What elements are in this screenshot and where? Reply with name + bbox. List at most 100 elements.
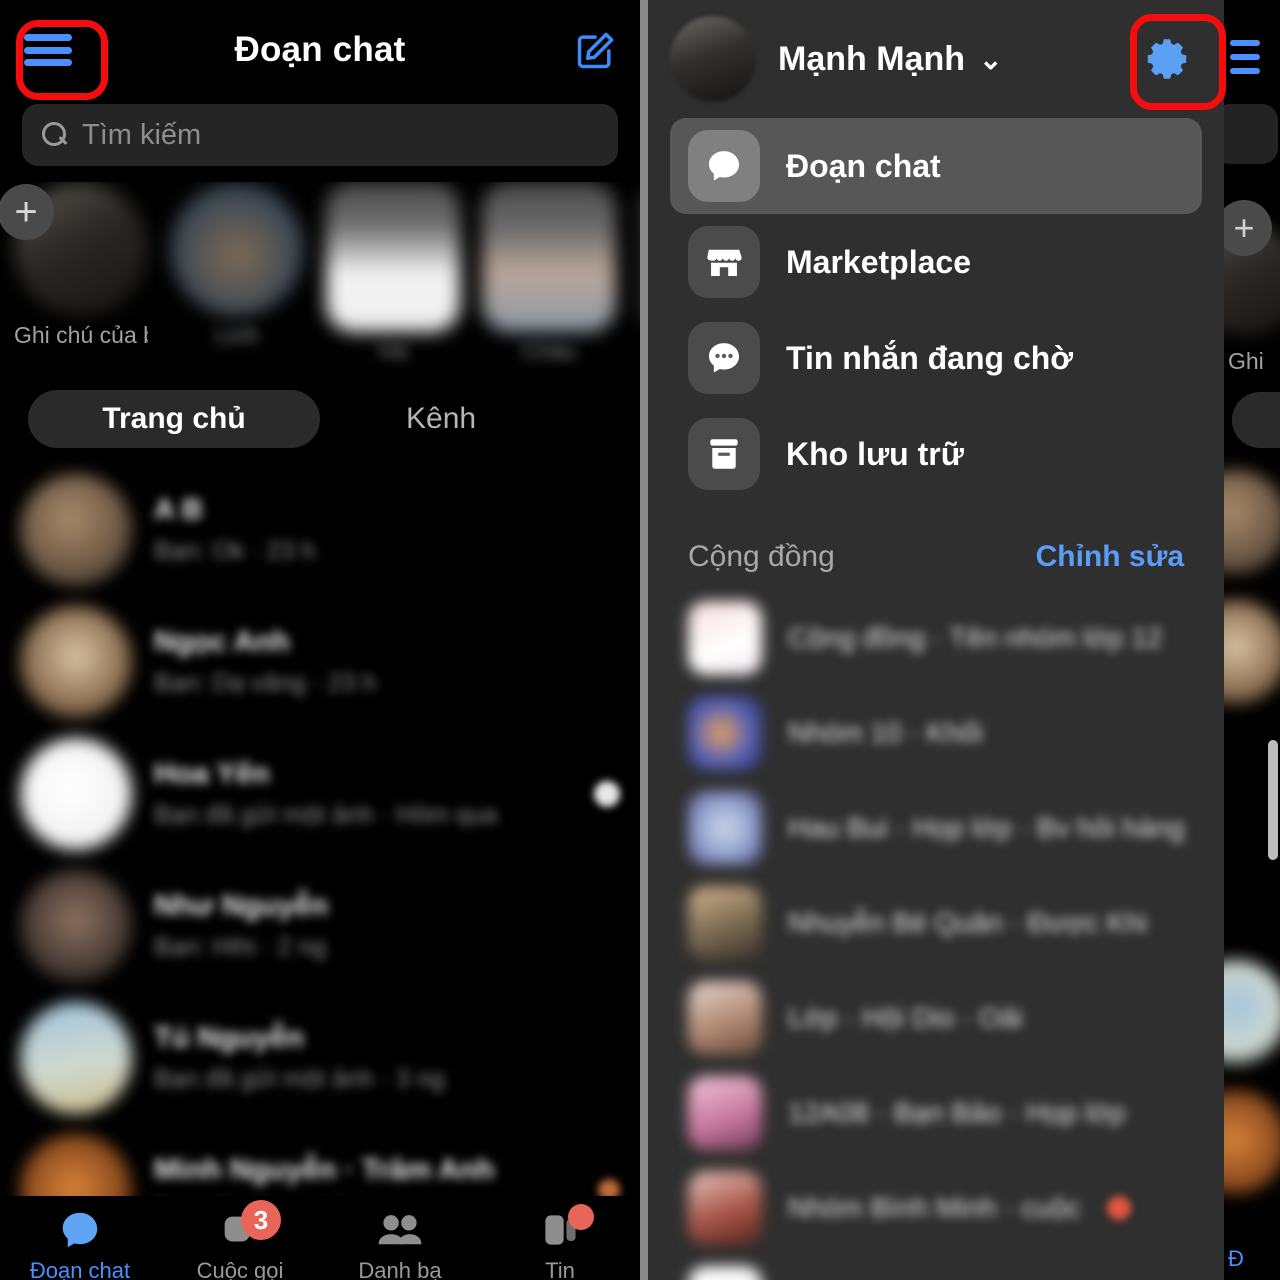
tab-trang-chu[interactable] [1232,392,1280,448]
avatar [20,738,132,850]
story-item[interactable]: Linh [170,182,304,349]
archive-box-icon [688,418,760,490]
scrollbar[interactable] [1268,740,1278,860]
menu-item-label: Tin nhắn đang chờ [786,339,1074,376]
menu-item-label: Marketplace [786,243,971,280]
community-thumbnail [688,1170,762,1245]
chat-name: Ngọc Anh [154,626,290,658]
account-name[interactable]: Mạnh Mạnh [778,40,965,79]
status-badge [568,1204,594,1230]
nav-label: Cuộc gọi [196,1258,284,1280]
chat-list-header: Đoạn chat [0,0,640,100]
avatar [20,606,132,718]
chat-row-text: Tú Nguyễn Bạn đã gửi một ảnh · 3 ng [154,1022,620,1094]
table-row[interactable]: Hoa Yến Bạn đã gửi một ảnh · Hôm qua [0,728,640,860]
chat-name: Như Nguyễn [154,890,329,922]
drawer-menu[interactable]: Đoạn chat Marketplace Tin nhắn đang chờ … [648,118,1224,502]
list-item[interactable]: Cộng đồng · Tên nhóm lớp 12 [670,590,1202,685]
nav-tab-doan-chat[interactable]: Đoạn chat [0,1206,160,1280]
tab-kenh[interactable]: Kênh [406,402,476,436]
story-item[interactable]: Châu [482,182,616,365]
hamburger-menu-icon[interactable] [22,30,74,70]
table-row[interactable]: Ngọc Anh Bạn: Dạ vâng · 23 h [0,596,640,728]
search-icon [42,122,68,148]
story-label: Châu [521,338,577,364]
list-item[interactable]: Hau Bui · Họp lớp · Bv hỏi hàng [670,780,1202,875]
community-thumbnail [688,695,762,770]
chat-name: A B [154,494,203,526]
avatar[interactable] [670,16,756,102]
search-input[interactable] [1224,104,1278,164]
story-thumbnail [326,182,460,332]
story-thumbnail [170,182,304,316]
story-item-note[interactable]: + Ghi chú của b... [0,182,148,349]
story-label: Hà [378,338,408,364]
gear-settings-icon[interactable] [1132,24,1202,94]
community-thumbnail [688,790,762,865]
table-row[interactable]: Như Nguyễn Bạn: Hihi · 2 ng [0,860,640,992]
search-input[interactable]: Tìm kiếm [22,104,618,166]
unread-indicator [1106,1195,1131,1220]
stories-row[interactable]: + Ghi chú của b... Linh Hà Châu 2 [0,182,640,368]
chat-snippet: Bạn đã gửi một ảnh · 3 ng [154,1065,445,1093]
search-placeholder: Tìm kiếm [82,118,202,151]
tab-trang-chu[interactable]: Trang chủ [28,390,320,448]
community-thumbnail [688,600,762,675]
menu-item-kho-luu-tru[interactable]: Kho lưu trữ [670,406,1202,502]
community-name: Lớp · Hội Dio · Oải [788,1001,1023,1033]
community-name: Nhuyễn Bé Quân · Được Khi [788,906,1148,938]
chat-snippet: Bạn: Hihi · 2 ng [154,933,327,961]
chat-row-text: Ngọc Anh Bạn: Dạ vâng · 23 h [154,626,620,698]
community-thumbnail [688,980,762,1055]
nav-tab-danh-ba[interactable]: Danh bạ [320,1206,480,1280]
chevron-down-icon[interactable]: ⌄ [979,43,1002,76]
edit-communities-button[interactable]: Chỉnh sửa [1036,540,1184,574]
underlying-chat-screen-sliver[interactable]: + Ghi Đ [1224,0,1280,1280]
list-item[interactable]: Lớp · Hội Dio · Oải [670,970,1202,1065]
nav-label: Đ [1228,1246,1244,1271]
community-name: Nhóm 10 · Khối [788,716,983,748]
avatar [20,870,132,982]
community-name: Nhóm Bình Minh · cuộc [788,1191,1081,1223]
community-section-header: Cộng đồng Chỉnh sửa [648,502,1224,590]
table-row[interactable]: A B Bạn: Ok · 23 h [0,464,640,596]
navigation-drawer: Mạnh Mạnh ⌄ Đoạn chat Marketplace Tin nh… [648,0,1224,1280]
avatar [1224,1090,1280,1194]
community-name: Cộng đồng · Tên nhóm lớp 12 [788,621,1163,653]
community-thumbnail [688,885,762,960]
story-thumbnail [482,182,616,332]
chat-list[interactable]: A B Bạn: Ok · 23 h Ngọc Anh Bạn: Dạ vâng… [0,464,640,1256]
story-label: Ghi chú của b... [14,322,148,348]
chat-snippet: Bạn: Ok · 23 h [154,537,316,565]
chat-filter-tabs[interactable]: Trang chủ Kênh [0,382,640,456]
chat-row-text: Hoa Yến Bạn đã gửi một ảnh · Hôm qua [154,758,572,830]
plus-icon[interactable]: + [0,184,54,240]
nav-tab-tin[interactable]: Tin [480,1204,640,1280]
menu-item-marketplace[interactable]: Marketplace [670,214,1202,310]
avatar [1224,960,1280,1064]
compose-new-message-icon[interactable] [574,28,618,72]
menu-item-doan-chat[interactable]: Đoạn chat [670,118,1202,214]
story-item[interactable]: Hà [326,182,460,365]
table-row[interactable]: Tú Nguyễn Bạn đã gửi một ảnh · 3 ng [0,992,640,1124]
hamburger-menu-icon[interactable] [1230,40,1260,82]
list-item[interactable] [670,1255,1202,1280]
chat-row-text: Như Nguyễn Bạn: Hihi · 2 ng [154,890,620,962]
unread-indicator [594,781,620,807]
nav-label: Danh bạ [358,1258,442,1280]
list-item[interactable]: 12A08 · Bạn Bảo · Họp lớp [670,1065,1202,1160]
story-label: Linh [215,322,259,348]
list-item[interactable]: Nhuyễn Bé Quân · Được Khi [670,875,1202,970]
community-list[interactable]: Cộng đồng · Tên nhóm lớp 12 Nhóm 10 · Kh… [648,590,1224,1280]
nav-tab-cuoc-goi[interactable]: 3 Cuộc gọi [160,1200,320,1280]
bottom-navigation-bar[interactable]: Đoạn chat 3 Cuộc gọi Danh bạ Tin [0,1196,640,1280]
list-item[interactable]: Nhóm 10 · Khối [670,685,1202,780]
menu-item-tin-nhan-dang-cho[interactable]: Tin nhắn đang chờ [670,310,1202,406]
marketplace-store-icon [688,226,760,298]
list-item[interactable]: Nhóm Bình Minh · cuộc [670,1160,1202,1255]
drawer-header: Mạnh Mạnh ⌄ [648,0,1224,118]
community-thumbnail [688,1075,762,1150]
nav-label: Đoạn chat [29,1258,131,1280]
story-label: Ghi [1228,348,1264,374]
status-badge: 3 [241,1200,281,1240]
